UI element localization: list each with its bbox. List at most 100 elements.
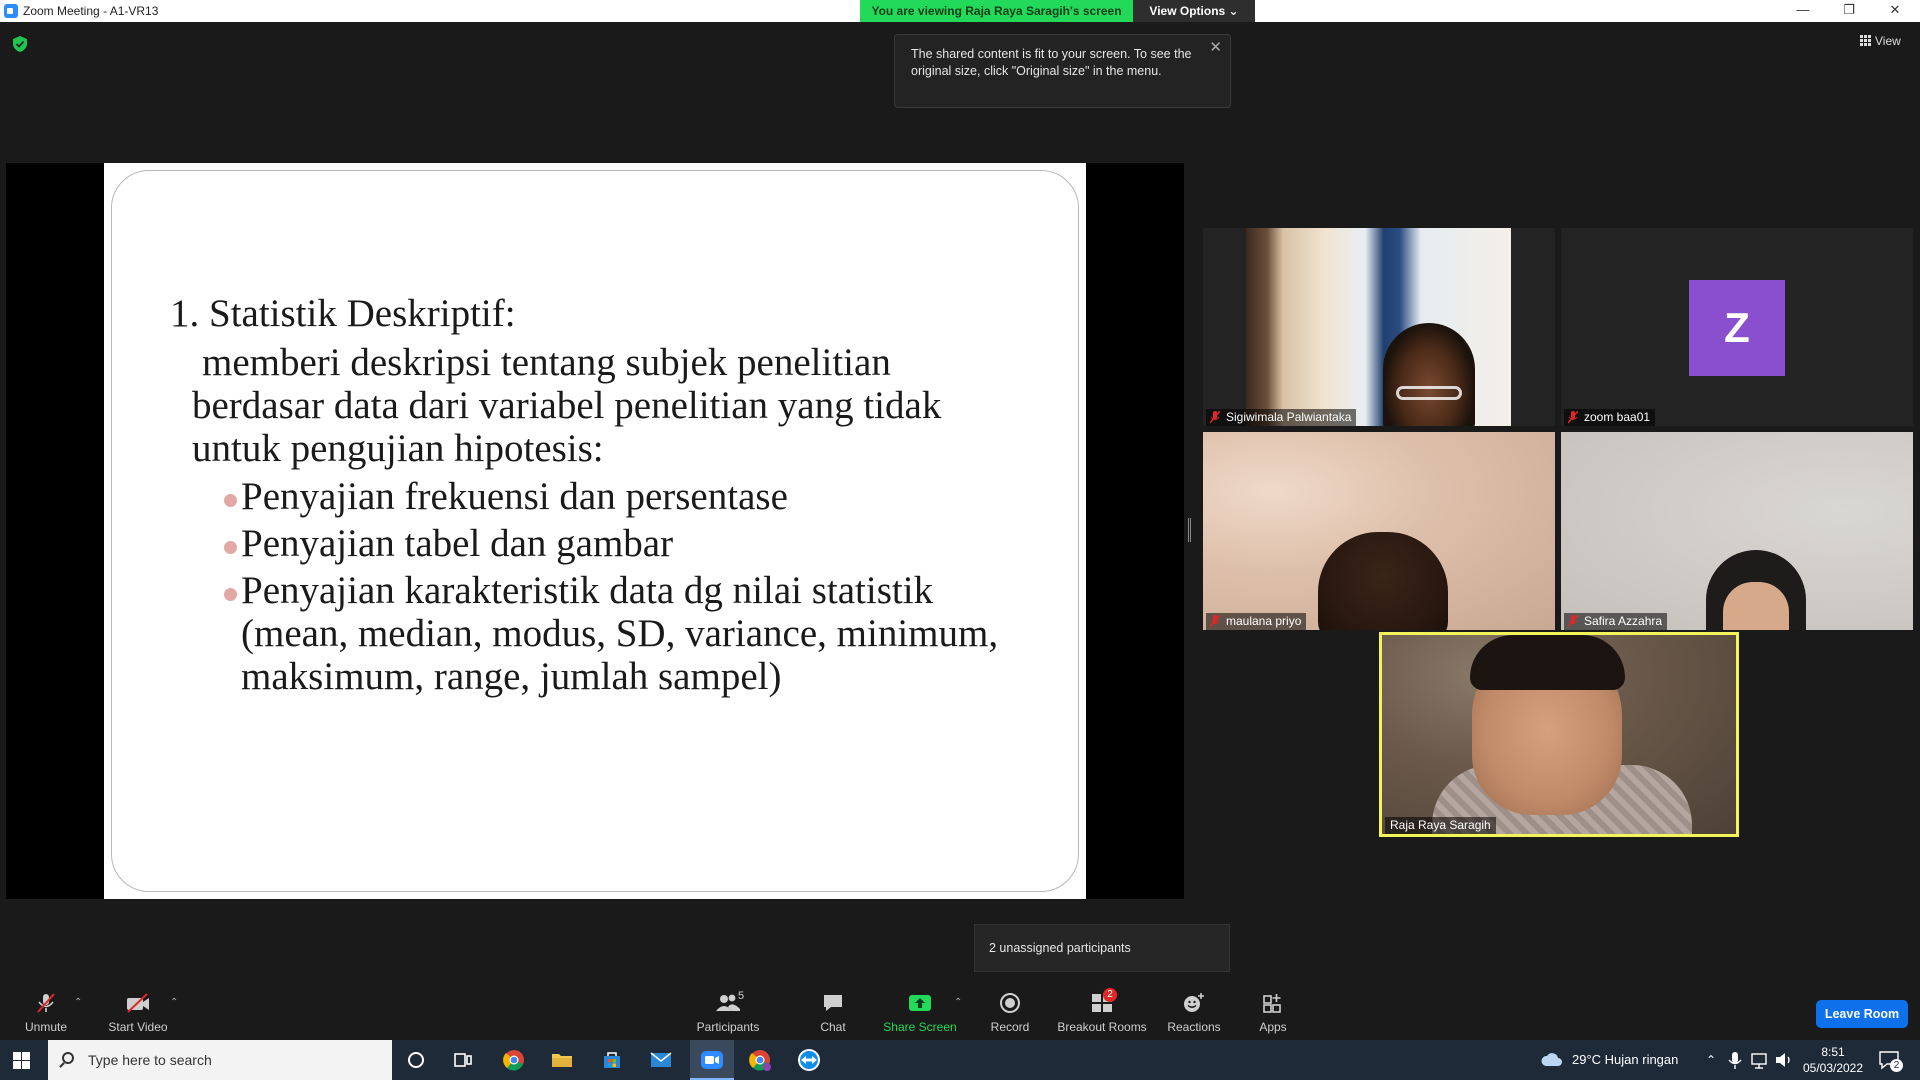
share-screen-icon: [909, 995, 931, 1011]
participant-avatar: Z: [1689, 280, 1785, 376]
record-label: Record: [990, 1020, 1030, 1034]
chat-label: Chat: [820, 1020, 846, 1034]
participants-button[interactable]: 5 Participants: [690, 990, 766, 1034]
participant-tile[interactable]: Z zoom baa01: [1561, 228, 1913, 426]
clock-time: 8:51: [1821, 1045, 1845, 1059]
breakout-rooms-button[interactable]: 2 Breakout Rooms: [1056, 988, 1148, 1034]
view-options-button[interactable]: View Options ⌄: [1133, 0, 1255, 22]
share-screen-button[interactable]: Share Screen: [880, 992, 960, 1034]
weather-text[interactable]: 29°C Hujan ringan: [1572, 1040, 1678, 1080]
participant-tile[interactable]: Sigiwimala Palwiantaka: [1203, 228, 1555, 426]
tray-chevron-icon[interactable]: ⌃: [1706, 1040, 1716, 1080]
start-video-button[interactable]: Start Video: [102, 992, 174, 1034]
taskbar-search-box[interactable]: Type here to search: [48, 1040, 392, 1080]
muted-mic-icon: [1568, 411, 1578, 424]
participant-glasses: [1396, 386, 1462, 400]
file-explorer-icon[interactable]: [550, 1048, 574, 1072]
participant-nameplate: Sigiwimala Palwiantaka: [1206, 409, 1357, 426]
notifications-button[interactable]: 2: [1878, 1049, 1903, 1072]
slide-heading: 1. Statistik Deskriptif:: [170, 292, 516, 335]
minimize-icon[interactable]: —: [1780, 0, 1826, 22]
unmute-label: Unmute: [24, 1020, 68, 1034]
restore-icon[interactable]: ❐: [1826, 0, 1872, 22]
apps-label: Apps: [1259, 1020, 1287, 1034]
weather-cloud-icon[interactable]: [1540, 1048, 1564, 1072]
unassigned-participants-popover[interactable]: 2 unassigned participants: [974, 924, 1230, 972]
participant-figure: [1383, 323, 1475, 426]
microphone-tray-icon[interactable]: [1727, 1048, 1743, 1072]
apps-button[interactable]: Apps: [1252, 992, 1294, 1034]
mail-icon[interactable]: [649, 1048, 673, 1072]
participants-icon: 5: [708, 990, 748, 1014]
title-bar: Zoom Meeting - A1-VR13 You are viewing R…: [0, 0, 1920, 22]
chrome-profile-icon[interactable]: [748, 1048, 772, 1072]
breakout-rooms-label: Breakout Rooms: [1057, 1020, 1147, 1034]
video-options-chevron-icon[interactable]: ⌃: [170, 997, 178, 1008]
windows-taskbar: Type here to search 29°C Hujan ringan ⌃ …: [0, 1040, 1920, 1080]
microsoft-store-icon[interactable]: [600, 1048, 624, 1072]
participant-nameplate: maulana priyo: [1206, 613, 1307, 630]
zoom-app-icon: [701, 1051, 723, 1069]
bullet-icon: [224, 541, 237, 554]
zoom-logo-icon: [4, 4, 18, 18]
record-button[interactable]: Record: [984, 992, 1036, 1034]
participant-face: [1723, 582, 1789, 630]
video-off-icon: [127, 993, 149, 1013]
share-screen-label: Share Screen: [883, 1020, 957, 1034]
leave-room-button[interactable]: Leave Room: [1816, 1000, 1908, 1028]
participant-tile[interactable]: Safira Azzahra: [1561, 432, 1913, 630]
bullet-icon: [224, 588, 237, 601]
record-icon: [1000, 993, 1020, 1013]
slide-continuation: maksimum, range, jumlah sampel): [241, 655, 782, 698]
cortana-icon[interactable]: [404, 1048, 428, 1072]
close-icon[interactable]: ✕: [1872, 0, 1918, 22]
zoom-taskbar-active[interactable]: [690, 1040, 734, 1080]
participant-name: zoom baa01: [1584, 410, 1651, 424]
split-view-handle[interactable]: [1188, 518, 1191, 542]
reactions-button[interactable]: Reactions: [1164, 992, 1224, 1034]
participant-name: Safira Azzahra: [1584, 614, 1663, 628]
grid-icon: [1860, 35, 1871, 46]
breakout-badge: 2: [1103, 988, 1117, 1002]
clock[interactable]: 8:51 05/03/2022: [1798, 1044, 1868, 1076]
shared-screen[interactable]: 1. Statistik Deskriptif: memberi deskrip…: [6, 163, 1184, 899]
slide-line: untuk pengujian hipotesis:: [192, 427, 604, 470]
zoom-window: Zoom Meeting - A1-VR13 You are viewing R…: [0, 0, 1920, 1080]
reactions-label: Reactions: [1167, 1020, 1221, 1034]
participants-count: 5: [738, 990, 745, 1002]
start-video-label: Start Video: [108, 1020, 168, 1034]
slide-line: berdasar data dari variabel penelitian y…: [192, 384, 942, 427]
participant-name: Sigiwimala Palwiantaka: [1226, 410, 1352, 424]
presentation-slide: 1. Statistik Deskriptif: memberi deskrip…: [104, 163, 1086, 899]
participant-video: [1246, 228, 1511, 426]
participant-nameplate: Safira Azzahra: [1564, 613, 1668, 630]
share-options-chevron-icon[interactable]: ⌃: [954, 997, 962, 1008]
viewing-screen-banner: You are viewing Raja Raya Saragih's scre…: [860, 0, 1133, 22]
participant-tile[interactable]: maulana priyo: [1203, 432, 1555, 630]
unmute-button[interactable]: Unmute: [18, 992, 74, 1034]
smiley-plus-icon: [1184, 993, 1204, 1012]
tooltip-close-icon[interactable]: ✕: [1209, 39, 1222, 56]
participant-video: [1561, 432, 1913, 630]
window-title: Zoom Meeting - A1-VR13: [23, 4, 159, 18]
search-placeholder: Type here to search: [88, 1052, 212, 1068]
participant-figure: [1318, 532, 1448, 630]
search-icon: [62, 1052, 74, 1064]
chat-icon: [824, 995, 842, 1011]
view-label: View: [1875, 34, 1901, 48]
bullet-icon: [224, 494, 237, 507]
audio-options-chevron-icon[interactable]: ⌃: [74, 997, 82, 1008]
clock-date: 05/03/2022: [1802, 1061, 1864, 1075]
network-icon[interactable]: [1750, 1048, 1770, 1072]
chat-button[interactable]: Chat: [808, 992, 858, 1034]
notifications-count: 2: [1890, 1059, 1903, 1072]
slide-bullet: Penyajian frekuensi dan persentase: [241, 475, 788, 518]
volume-icon[interactable]: [1774, 1048, 1794, 1072]
windows-start-icon[interactable]: [13, 1052, 30, 1069]
teamviewer-icon[interactable]: [797, 1048, 821, 1072]
encryption-shield-icon[interactable]: [13, 36, 27, 52]
view-layout-button[interactable]: View: [1860, 34, 1901, 48]
task-view-icon[interactable]: [451, 1048, 475, 1072]
chrome-icon[interactable]: [502, 1048, 526, 1072]
participants-label: Participants: [696, 1020, 760, 1034]
